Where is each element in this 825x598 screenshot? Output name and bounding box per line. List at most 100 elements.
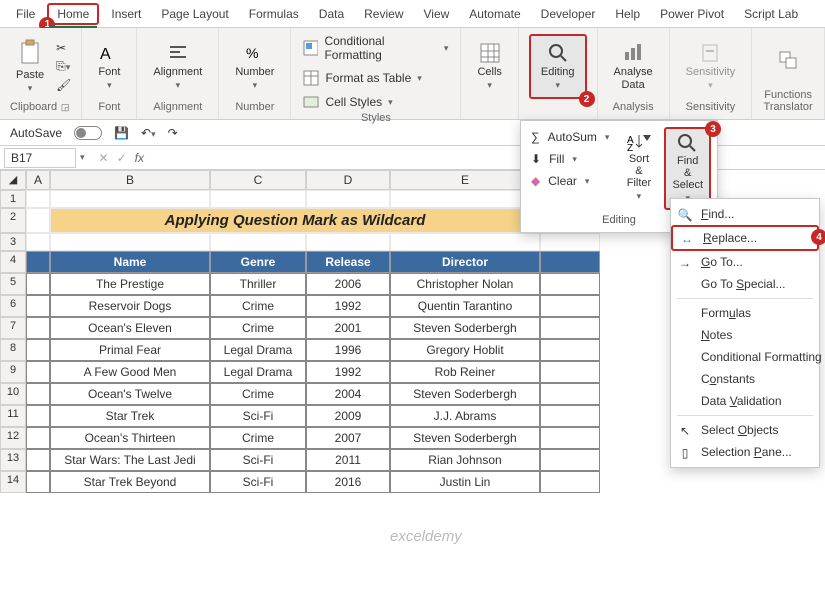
- menu-notes[interactable]: Notes: [671, 324, 819, 346]
- row-header[interactable]: 1: [0, 190, 26, 208]
- cell[interactable]: Thriller: [210, 273, 306, 295]
- cell[interactable]: [26, 471, 50, 493]
- undo-icon[interactable]: ↶▾: [141, 126, 156, 140]
- cell[interactable]: Primal Fear: [50, 339, 210, 361]
- tab-review[interactable]: Review: [356, 3, 411, 25]
- tab-page-layout[interactable]: Page Layout: [153, 3, 236, 25]
- col-header-D[interactable]: D: [306, 170, 390, 190]
- font-button[interactable]: A Font▾: [92, 38, 126, 95]
- cell[interactable]: [390, 190, 540, 208]
- cell[interactable]: Quentin Tarantino: [390, 295, 540, 317]
- cell[interactable]: Release: [306, 251, 390, 273]
- cell[interactable]: 2016: [306, 471, 390, 493]
- row-header[interactable]: 4: [0, 251, 26, 273]
- cell[interactable]: [26, 208, 50, 233]
- cell[interactable]: Rian Johnson: [390, 449, 540, 471]
- cell[interactable]: Crime: [210, 427, 306, 449]
- cell[interactable]: Legal Drama: [210, 339, 306, 361]
- cell[interactable]: Ocean's Eleven: [50, 317, 210, 339]
- cell[interactable]: [540, 339, 600, 361]
- paste-button[interactable]: Paste▾: [10, 35, 50, 98]
- cell[interactable]: [26, 405, 50, 427]
- cell[interactable]: [50, 190, 210, 208]
- cell[interactable]: [26, 339, 50, 361]
- menu-cond-fmt[interactable]: Conditional Formatting: [671, 346, 819, 368]
- cell[interactable]: [540, 449, 600, 471]
- cell[interactable]: Genre: [210, 251, 306, 273]
- cell[interactable]: Crime: [210, 317, 306, 339]
- number-button[interactable]: % Number▾: [229, 38, 280, 95]
- cell[interactable]: 2006: [306, 273, 390, 295]
- cell[interactable]: Crime: [210, 295, 306, 317]
- cell[interactable]: [26, 317, 50, 339]
- cell[interactable]: Star Wars: The Last Jedi: [50, 449, 210, 471]
- fill-button[interactable]: ⬇Fill ▾: [527, 149, 613, 169]
- menu-selection-pane[interactable]: ▯Selection Pane...: [671, 441, 819, 463]
- cell[interactable]: Gregory Hoblit: [390, 339, 540, 361]
- cell[interactable]: Sci-Fi: [210, 405, 306, 427]
- cell[interactable]: 1992: [306, 361, 390, 383]
- cell[interactable]: [306, 190, 390, 208]
- menu-constants[interactable]: Constants: [671, 368, 819, 390]
- redo-icon[interactable]: ↷: [168, 126, 178, 140]
- format-as-table-button[interactable]: Format as Table▾: [301, 68, 450, 88]
- cell[interactable]: [540, 405, 600, 427]
- row-header[interactable]: 12: [0, 427, 26, 449]
- cell[interactable]: [26, 449, 50, 471]
- autosum-button[interactable]: ∑AutoSum ▾: [527, 127, 613, 147]
- cell[interactable]: [540, 233, 600, 251]
- format-painter-icon[interactable]: 🖌: [56, 78, 71, 92]
- formula-bar[interactable]: ✕ ✓ fx: [89, 151, 154, 165]
- cell[interactable]: [306, 233, 390, 251]
- menu-goto-special[interactable]: Go To Special...: [671, 273, 819, 295]
- tab-insert[interactable]: Insert: [103, 3, 149, 25]
- cell[interactable]: [540, 251, 600, 273]
- save-icon[interactable]: 💾: [114, 126, 129, 140]
- cell[interactable]: [210, 190, 306, 208]
- editing-button[interactable]: Editing▾ 2: [529, 34, 587, 99]
- cell[interactable]: [210, 233, 306, 251]
- name-box[interactable]: B17: [4, 148, 76, 168]
- cell[interactable]: [26, 295, 50, 317]
- copy-icon[interactable]: ⎘▾: [56, 59, 71, 74]
- menu-goto[interactable]: →Go To...: [671, 251, 819, 273]
- cell[interactable]: Legal Drama: [210, 361, 306, 383]
- cell[interactable]: Christopher Nolan: [390, 273, 540, 295]
- cell[interactable]: [26, 190, 50, 208]
- cell[interactable]: [390, 233, 540, 251]
- cell[interactable]: [540, 471, 600, 493]
- cell[interactable]: [26, 361, 50, 383]
- cell[interactable]: Steven Soderbergh: [390, 317, 540, 339]
- row-header[interactable]: 7: [0, 317, 26, 339]
- menu-select-objects[interactable]: ↖Select Objects: [671, 419, 819, 441]
- tab-developer[interactable]: Developer: [533, 3, 604, 25]
- cells-button[interactable]: Cells▾: [471, 38, 507, 95]
- col-header-E[interactable]: E: [390, 170, 540, 190]
- cell[interactable]: Rob Reiner: [390, 361, 540, 383]
- functions-translator-button[interactable]: [771, 45, 805, 75]
- cell[interactable]: Ocean's Twelve: [50, 383, 210, 405]
- cell[interactable]: [540, 295, 600, 317]
- row-header[interactable]: 5: [0, 273, 26, 295]
- tab-help[interactable]: Help: [607, 3, 648, 25]
- cell[interactable]: Director: [390, 251, 540, 273]
- col-header-C[interactable]: C: [210, 170, 306, 190]
- col-header-B[interactable]: B: [50, 170, 210, 190]
- cell[interactable]: Justin Lin: [390, 471, 540, 493]
- clipboard-launcher-icon[interactable]: ◲: [61, 102, 70, 113]
- cell[interactable]: [26, 233, 50, 251]
- cell[interactable]: [540, 361, 600, 383]
- cell[interactable]: Name: [50, 251, 210, 273]
- cell[interactable]: Crime: [210, 383, 306, 405]
- cell[interactable]: Steven Soderbergh: [390, 427, 540, 449]
- namebox-dropdown-icon[interactable]: ▾: [76, 152, 89, 163]
- cell[interactable]: J.J. Abrams: [390, 405, 540, 427]
- cell[interactable]: Sci-Fi: [210, 471, 306, 493]
- menu-find[interactable]: 🔍Find...: [671, 203, 819, 225]
- autosave-toggle[interactable]: [74, 126, 102, 140]
- row-header[interactable]: 11: [0, 405, 26, 427]
- analyse-data-button[interactable]: Analyse Data: [608, 38, 659, 94]
- cell[interactable]: Steven Soderbergh: [390, 383, 540, 405]
- cell[interactable]: Sci-Fi: [210, 449, 306, 471]
- row-header[interactable]: 9: [0, 361, 26, 383]
